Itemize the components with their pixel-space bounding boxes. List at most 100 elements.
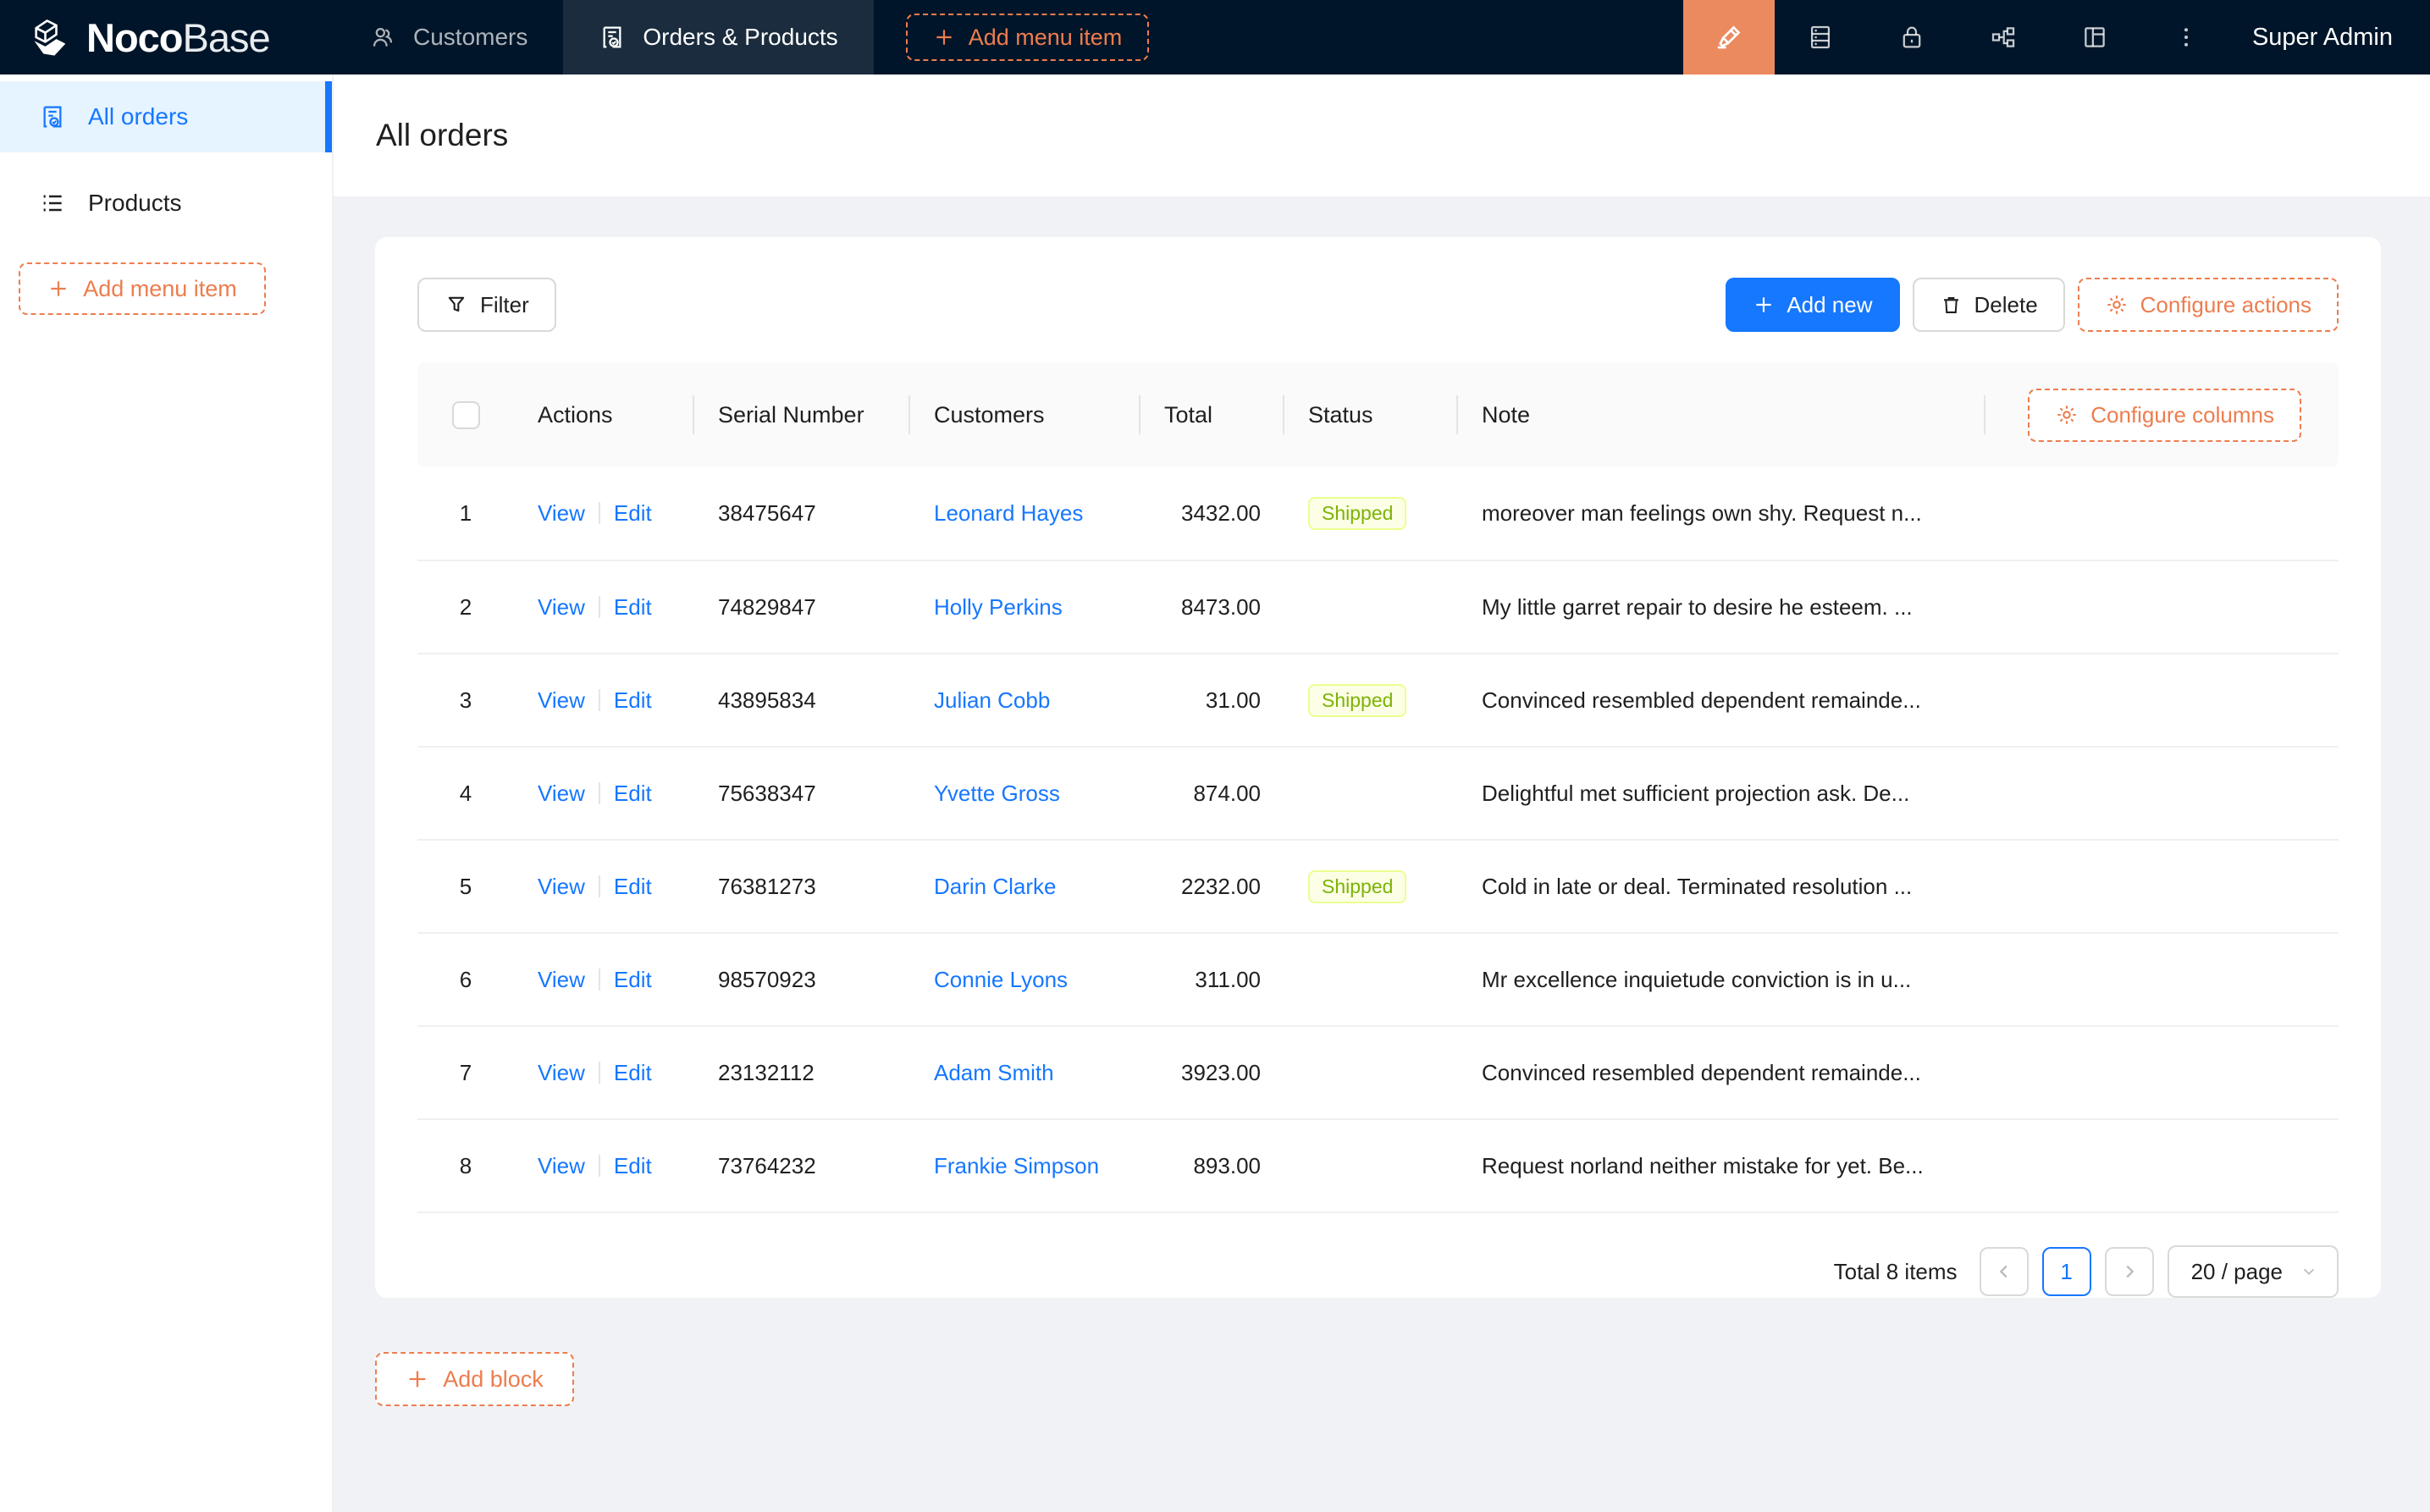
edit-link[interactable]: Edit bbox=[614, 687, 652, 713]
view-link[interactable]: View bbox=[538, 594, 585, 620]
logo-text-base: Base bbox=[183, 15, 270, 60]
filter-button[interactable]: Filter bbox=[417, 278, 556, 332]
edit-link[interactable]: Edit bbox=[614, 874, 652, 899]
serial-number-cell: 75638347 bbox=[694, 747, 910, 840]
serial-number-cell: 74829847 bbox=[694, 560, 910, 654]
row-index: 7 bbox=[417, 1026, 514, 1119]
table-row: 7 ViewEdit 23132112 Adam Smith 3923.00 C… bbox=[417, 1026, 2339, 1119]
view-link[interactable]: View bbox=[538, 687, 585, 713]
database-icon-button[interactable] bbox=[1775, 0, 1866, 74]
edit-link[interactable]: Edit bbox=[614, 781, 652, 806]
delete-button[interactable]: Delete bbox=[1913, 278, 2065, 332]
customer-link[interactable]: Leonard Hayes bbox=[934, 500, 1083, 526]
nav-tab-label: Customers bbox=[413, 24, 527, 51]
table-row: 4 ViewEdit 75638347 Yvette Gross 874.00 … bbox=[417, 747, 2339, 840]
pagination-page-1[interactable]: 1 bbox=[2042, 1247, 2091, 1296]
logo-text-noco: Noco bbox=[86, 15, 183, 60]
note-cell: Convinced resembled dependent remainde..… bbox=[1458, 1026, 1985, 1119]
note-cell: Delightful met sufficient projection ask… bbox=[1458, 747, 1985, 840]
nav-tab-customers[interactable]: Customers bbox=[334, 0, 563, 74]
page-content: Filter Add new bbox=[334, 196, 2430, 1512]
add-new-button[interactable]: Add new bbox=[1726, 278, 1899, 332]
sidebar-item-products[interactable]: Products bbox=[0, 168, 332, 239]
list-icon bbox=[39, 190, 66, 217]
total-cell: 874.00 bbox=[1140, 747, 1284, 840]
view-link[interactable]: View bbox=[538, 500, 585, 526]
edit-link[interactable]: Edit bbox=[614, 1060, 652, 1085]
view-link[interactable]: View bbox=[538, 781, 585, 806]
edit-link[interactable]: Edit bbox=[614, 500, 652, 526]
view-link[interactable]: View bbox=[538, 1060, 585, 1085]
view-link[interactable]: View bbox=[538, 874, 585, 899]
select-all-checkbox[interactable] bbox=[452, 401, 480, 429]
total-cell: 3432.00 bbox=[1140, 467, 1284, 560]
configure-actions-button[interactable]: Configure actions bbox=[2078, 278, 2339, 332]
page-size-select[interactable]: 20 / page bbox=[2168, 1245, 2339, 1298]
status-badge: Shipped bbox=[1308, 870, 1406, 903]
row-index: 6 bbox=[417, 933, 514, 1026]
customer-link[interactable]: Adam Smith bbox=[934, 1060, 1054, 1085]
customer-link[interactable]: Holly Perkins bbox=[934, 594, 1063, 620]
pagination-total: Total 8 items bbox=[1834, 1259, 1958, 1285]
row-index: 4 bbox=[417, 747, 514, 840]
customer-link[interactable]: Julian Cobb bbox=[934, 687, 1050, 713]
top-navbar: NocoBase Customers bbox=[0, 0, 2430, 74]
configure-columns-button[interactable]: Configure columns bbox=[2028, 389, 2301, 442]
edit-link[interactable]: Edit bbox=[614, 1153, 652, 1178]
total-cell: 311.00 bbox=[1140, 933, 1284, 1026]
customer-link[interactable]: Connie Lyons bbox=[934, 967, 1068, 992]
sidebar-add-menu-item-button[interactable]: Add menu item bbox=[19, 262, 266, 315]
note-cell: Mr excellence inquietude conviction is i… bbox=[1458, 933, 1985, 1026]
note-cell: My little garret repair to desire he est… bbox=[1458, 560, 1985, 654]
nocobase-logo: NocoBase bbox=[0, 0, 334, 74]
sidebar-item-label: All orders bbox=[88, 103, 188, 130]
customer-link[interactable]: Frankie Simpson bbox=[934, 1153, 1099, 1178]
edit-link[interactable]: Edit bbox=[614, 594, 652, 620]
pagination-prev-button[interactable] bbox=[1980, 1247, 2029, 1296]
orders-table: Actions Serial Number Customers Total St… bbox=[417, 362, 2339, 1213]
nav-add-menu-item-button[interactable]: Add menu item bbox=[906, 14, 1150, 61]
table-toolbar: Filter Add new bbox=[417, 278, 2339, 332]
table-header-row: Actions Serial Number Customers Total St… bbox=[417, 362, 2339, 467]
total-cell: 8473.00 bbox=[1140, 560, 1284, 654]
view-link[interactable]: View bbox=[538, 1153, 585, 1178]
table-row: 8 ViewEdit 73764232 Frankie Simpson 893.… bbox=[417, 1119, 2339, 1212]
note-cell: Cold in late or deal. Terminated resolut… bbox=[1458, 840, 1985, 933]
pagination: Total 8 items 1 20 / page bbox=[417, 1245, 2339, 1298]
more-icon bbox=[2173, 25, 2199, 50]
sidebar-item-all-orders[interactable]: All orders bbox=[0, 81, 332, 152]
user-menu[interactable]: Super Admin bbox=[2232, 0, 2430, 74]
row-index: 1 bbox=[417, 467, 514, 560]
table-row: 3 ViewEdit 43895834 Julian Cobb 31.00 Sh… bbox=[417, 654, 2339, 747]
nav-tab-orders-products[interactable]: Orders & Products bbox=[563, 0, 873, 74]
layout-icon-button[interactable] bbox=[2049, 0, 2140, 74]
row-index: 3 bbox=[417, 654, 514, 747]
column-header-customers: Customers bbox=[910, 362, 1140, 467]
edit-link[interactable]: Edit bbox=[614, 967, 652, 992]
add-block-button[interactable]: Add block bbox=[375, 1352, 574, 1406]
customer-link[interactable]: Yvette Gross bbox=[934, 781, 1060, 806]
row-index: 2 bbox=[417, 560, 514, 654]
lock-icon-button[interactable] bbox=[1866, 0, 1958, 74]
ui-editor-button[interactable] bbox=[1683, 0, 1775, 74]
file-check-icon bbox=[39, 103, 66, 130]
total-cell: 893.00 bbox=[1140, 1119, 1284, 1212]
customer-link[interactable]: Darin Clarke bbox=[934, 874, 1057, 899]
more-icon-button[interactable] bbox=[2140, 0, 2232, 74]
view-link[interactable]: View bbox=[538, 967, 585, 992]
gear-icon bbox=[2105, 293, 2129, 317]
status-badge: Shipped bbox=[1308, 684, 1406, 717]
sidebar-item-label: Products bbox=[88, 190, 182, 217]
chevron-down-icon bbox=[2300, 1262, 2318, 1281]
orders-table-body: 1 View Edit 38475647 Leonard Hayes 3432.0… bbox=[417, 467, 2339, 1212]
note-cell: moreover man feelings own shy. Request n… bbox=[1458, 467, 1985, 560]
serial-number-cell: 73764232 bbox=[694, 1119, 910, 1212]
column-header-actions: Actions bbox=[514, 362, 694, 467]
pagination-next-button[interactable] bbox=[2105, 1247, 2154, 1296]
plugin-icon-button[interactable] bbox=[1958, 0, 2049, 74]
status-badge: Shipped bbox=[1308, 497, 1406, 530]
file-check-icon bbox=[599, 24, 626, 51]
serial-number-cell: 38475647 bbox=[694, 467, 910, 560]
orders-table-block: Filter Add new bbox=[375, 237, 2381, 1298]
page-title: All orders bbox=[376, 118, 508, 153]
